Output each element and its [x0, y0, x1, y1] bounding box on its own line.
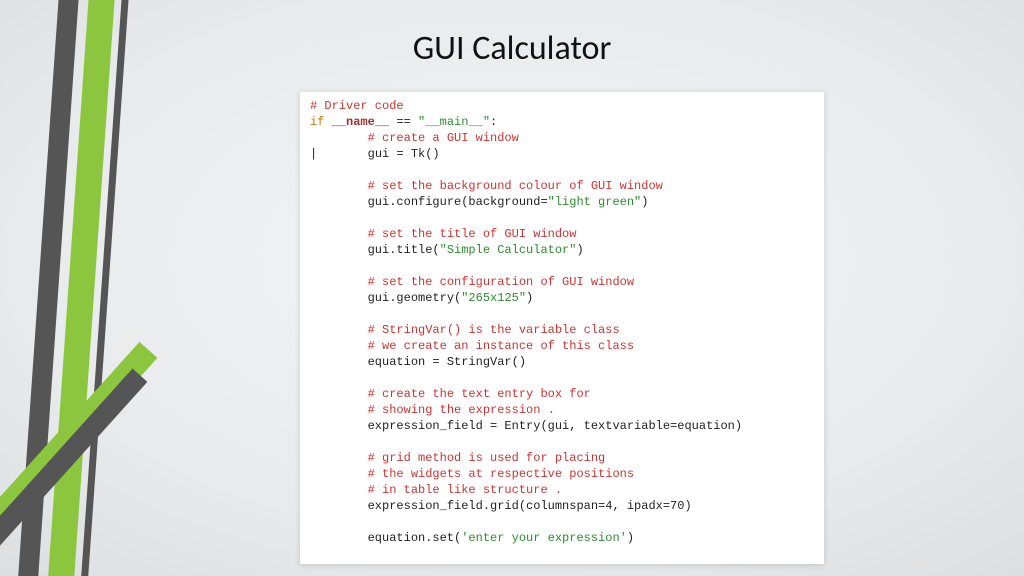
code-text: equation.set(	[368, 531, 462, 545]
code-text: equation = StringVar()	[368, 355, 526, 369]
code-text: )	[627, 531, 634, 545]
code-text: )	[576, 243, 583, 257]
code-comment: # in table like structure .	[368, 483, 562, 497]
slide-title: GUI Calculator	[0, 28, 1024, 69]
code-keyword-if: if	[310, 115, 324, 129]
code-comment: # showing the expression .	[368, 403, 555, 417]
code-text: :	[490, 115, 497, 129]
code-string: "__main__"	[418, 115, 490, 129]
code-string: 'enter your expression'	[461, 531, 627, 545]
code-comment: # set the title of GUI window	[368, 227, 577, 241]
code-string: "265x125"	[461, 291, 526, 305]
text-cursor-icon: |	[310, 147, 317, 161]
code-string: "Simple Calculator"	[440, 243, 577, 257]
code-dunder-name: __name__	[332, 115, 390, 129]
code-text: gui.title(	[368, 243, 440, 257]
code-comment: # the widgets at respective positions	[368, 467, 634, 481]
code-text: )	[641, 195, 648, 209]
code-comment: # we create an instance of this class	[368, 339, 634, 353]
code-text: gui = Tk()	[368, 147, 440, 161]
code-content: # Driver code if __name__ == "__main__":…	[310, 98, 814, 546]
code-comment: # create a GUI window	[368, 131, 519, 145]
code-comment: # set the configuration of GUI window	[368, 275, 634, 289]
accent-wedge	[0, 316, 140, 576]
code-comment: # StringVar() is the variable class	[368, 323, 620, 337]
code-text: )	[526, 291, 533, 305]
code-text: gui.geometry(	[368, 291, 462, 305]
code-text: ==	[389, 115, 418, 129]
code-comment: # create the text entry box for	[368, 387, 591, 401]
code-text: expression_field = Entry(gui, textvariab…	[368, 419, 742, 433]
code-text: gui.configure(background=	[368, 195, 548, 209]
code-string: "light green"	[548, 195, 642, 209]
code-comment: # grid method is used for placing	[368, 451, 606, 465]
code-text: expression_field.grid(columnspan=4, ipad…	[368, 499, 692, 513]
code-block: # Driver code if __name__ == "__main__":…	[300, 92, 824, 564]
code-comment: # set the background colour of GUI windo…	[368, 179, 663, 193]
code-comment: # Driver code	[310, 99, 404, 113]
